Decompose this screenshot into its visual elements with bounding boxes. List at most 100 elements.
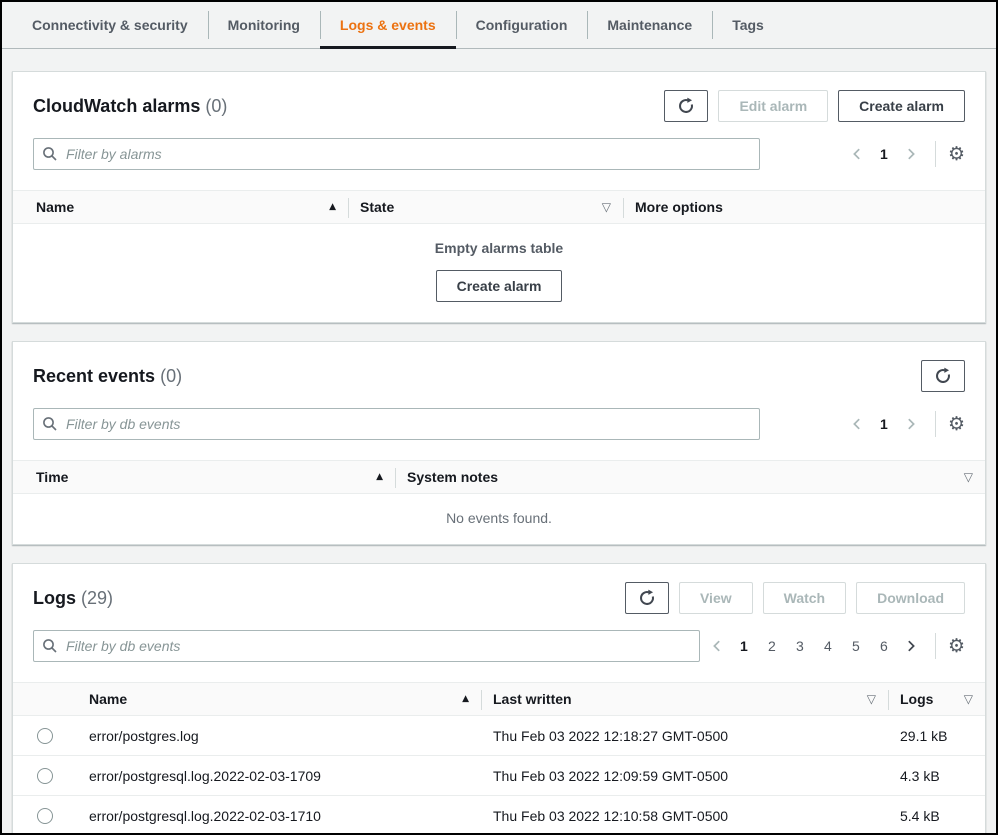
alarms-filter-input[interactable] xyxy=(33,138,760,170)
view-button[interactable]: View xyxy=(679,582,753,614)
page-4-button[interactable]: 4 xyxy=(815,633,841,659)
column-label: Name xyxy=(36,199,74,215)
alarms-empty-title: Empty alarms table xyxy=(13,240,985,256)
alarms-toolbar: 1 ⚙ xyxy=(13,138,985,170)
log-size-cell: 29.1 kB xyxy=(888,728,985,744)
column-label: Logs xyxy=(900,691,933,707)
page-content: CloudWatch alarms (0) Edit alarm Create xyxy=(2,49,996,835)
log-row-radio[interactable] xyxy=(37,808,53,824)
page-2-button[interactable]: 2 xyxy=(759,633,785,659)
pagination-prev-button[interactable] xyxy=(845,411,869,437)
search-icon xyxy=(42,146,58,162)
events-title: Recent events (0) xyxy=(33,366,182,387)
download-button[interactable]: Download xyxy=(856,582,965,614)
logs-section: Logs (29) View Watch Download xyxy=(12,563,986,835)
pager-divider xyxy=(935,411,936,437)
sort-ascending-icon: ▲ xyxy=(329,202,336,212)
rds-logs-events-screen: Connectivity & security Monitoring Logs … xyxy=(0,0,998,835)
alarms-filter xyxy=(33,138,760,170)
events-actions xyxy=(921,360,965,392)
cloudwatch-alarms-section: CloudWatch alarms (0) Edit alarm Create xyxy=(12,71,986,323)
logs-table-header: Name ▲ Last written ▽ Logs ▽ xyxy=(13,682,985,716)
filter-icon[interactable]: ▽ xyxy=(867,692,876,706)
log-row-radio[interactable] xyxy=(37,768,53,784)
column-header-more-options[interactable]: More options xyxy=(623,191,985,223)
filter-icon[interactable]: ▽ xyxy=(602,200,611,214)
column-header-system-notes[interactable]: System notes ▽ xyxy=(395,461,985,493)
logs-filter xyxy=(33,630,700,662)
edit-alarm-button[interactable]: Edit alarm xyxy=(718,90,828,122)
refresh-icon xyxy=(677,97,695,115)
page-6-button[interactable]: 6 xyxy=(871,633,897,659)
tab-tags[interactable]: Tags xyxy=(712,2,784,48)
table-row[interactable]: error/postgresql.log.2022-02-03-1710 Thu… xyxy=(13,796,985,835)
logs-refresh-button[interactable] xyxy=(625,582,669,614)
pagination-next-button[interactable] xyxy=(899,633,923,659)
pager-divider xyxy=(935,141,936,167)
selection-column-header xyxy=(13,683,77,715)
log-last-written-cell: Thu Feb 03 2022 12:18:27 GMT-0500 xyxy=(481,728,888,744)
logs-count: (29) xyxy=(81,588,113,608)
filter-icon[interactable]: ▽ xyxy=(964,470,973,484)
settings-gear-icon[interactable]: ⚙ xyxy=(948,415,965,434)
alarms-refresh-button[interactable] xyxy=(664,90,708,122)
column-label: Name xyxy=(89,691,127,707)
tab-monitoring[interactable]: Monitoring xyxy=(208,2,320,48)
events-card-header: Recent events (0) xyxy=(13,342,985,406)
column-header-state[interactable]: State ▽ xyxy=(348,191,623,223)
row-select-cell xyxy=(13,768,77,784)
page-5-button[interactable]: 5 xyxy=(843,633,869,659)
pager-divider xyxy=(935,633,936,659)
filter-icon[interactable]: ▽ xyxy=(964,692,973,706)
alarms-title-text: CloudWatch alarms xyxy=(33,96,200,116)
events-refresh-button[interactable] xyxy=(921,360,965,392)
logs-filter-input[interactable] xyxy=(33,630,700,662)
table-row[interactable]: error/postgresql.log.2022-02-03-1709 Thu… xyxy=(13,756,985,796)
column-header-time[interactable]: Time ▲ xyxy=(13,461,395,493)
search-icon xyxy=(42,416,58,432)
page-1-button[interactable]: 1 xyxy=(731,633,757,659)
events-filter xyxy=(33,408,760,440)
log-row-radio[interactable] xyxy=(37,728,53,744)
log-name-cell: error/postgres.log xyxy=(77,728,481,744)
sort-ascending-icon: ▲ xyxy=(376,472,383,482)
search-icon xyxy=(42,638,58,654)
row-select-cell xyxy=(13,728,77,744)
settings-gear-icon[interactable]: ⚙ xyxy=(948,637,965,656)
create-alarm-button[interactable]: Create alarm xyxy=(838,90,965,122)
pagination-prev-button[interactable] xyxy=(705,633,729,659)
tab-bar: Connectivity & security Monitoring Logs … xyxy=(2,2,996,49)
events-filter-input[interactable] xyxy=(33,408,760,440)
column-label: State xyxy=(360,199,394,215)
column-label: Last written xyxy=(493,691,572,707)
tab-maintenance[interactable]: Maintenance xyxy=(587,2,712,48)
log-size-cell: 4.3 kB xyxy=(888,768,985,784)
pagination-prev-button[interactable] xyxy=(845,141,869,167)
tab-connectivity-security[interactable]: Connectivity & security xyxy=(12,2,208,48)
settings-gear-icon[interactable]: ⚙ xyxy=(948,145,965,164)
alarms-card-header: CloudWatch alarms (0) Edit alarm Create xyxy=(13,72,985,136)
alarms-title: CloudWatch alarms (0) xyxy=(33,96,227,117)
column-label: More options xyxy=(635,199,723,215)
events-title-text: Recent events xyxy=(33,366,155,386)
page-1-button[interactable]: 1 xyxy=(871,141,897,167)
watch-button[interactable]: Watch xyxy=(763,582,846,614)
pagination-next-button[interactable] xyxy=(899,141,923,167)
pagination-next-button[interactable] xyxy=(899,411,923,437)
column-header-logs[interactable]: Logs ▽ xyxy=(888,683,985,715)
logs-pagination: 1 2 3 4 5 6 ⚙ xyxy=(705,633,965,659)
column-header-last-written[interactable]: Last written ▽ xyxy=(481,683,888,715)
recent-events-section: Recent events (0) xyxy=(12,341,986,545)
tab-logs-events[interactable]: Logs & events xyxy=(320,2,456,48)
table-row[interactable]: error/postgres.log Thu Feb 03 2022 12:18… xyxy=(13,716,985,756)
column-header-name[interactable]: Name ▲ xyxy=(13,191,348,223)
empty-create-alarm-button[interactable]: Create alarm xyxy=(436,270,563,302)
refresh-icon xyxy=(638,589,656,607)
column-header-name[interactable]: Name ▲ xyxy=(77,683,481,715)
column-label: Time xyxy=(36,469,68,485)
alarms-actions: Edit alarm Create alarm xyxy=(664,90,965,122)
page-3-button[interactable]: 3 xyxy=(787,633,813,659)
log-size-cell: 5.4 kB xyxy=(888,808,985,824)
tab-configuration[interactable]: Configuration xyxy=(456,2,588,48)
page-1-button[interactable]: 1 xyxy=(871,411,897,437)
